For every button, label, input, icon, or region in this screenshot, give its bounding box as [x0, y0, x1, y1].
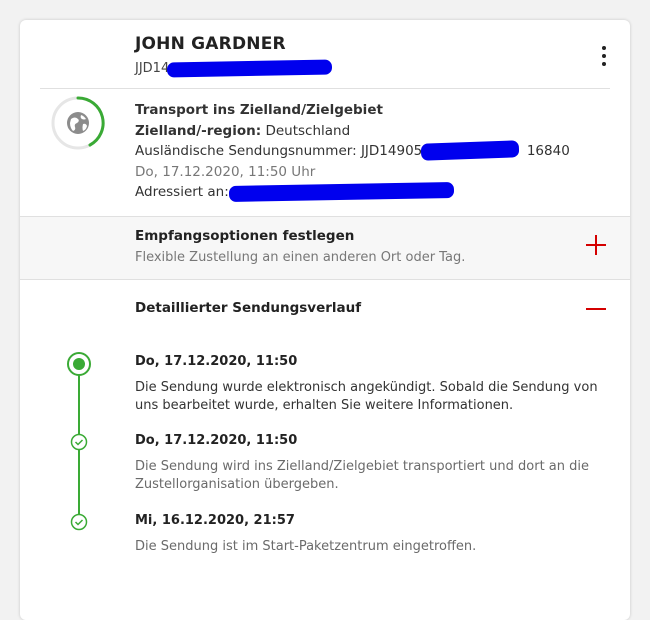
addressed-to-label: Adressiert an:: [135, 184, 229, 200]
event-description: Die Sendung ist im Start-Paketzentrum ei…: [135, 539, 477, 554]
addressed-to-row: Adressiert an:: [135, 182, 570, 203]
history-title[interactable]: Detaillierter Sendungsverlauf: [135, 300, 361, 316]
shipment-card: JOHN GARDNER JJD14 Transport ins Ziellan…: [20, 20, 630, 620]
history-event: Mi, 16.12.2020, 21:57 Die Sendung ist im…: [135, 512, 605, 556]
minus-icon[interactable]: [586, 308, 606, 310]
options-divider: [20, 279, 630, 280]
destination-row: Zielland/-region: Deutschland: [135, 121, 570, 142]
history-event: Do, 17.12.2020, 11:50 Die Sendung wurde …: [135, 353, 605, 415]
destination-value: Deutschland: [265, 122, 351, 139]
status-progress-ring: [51, 96, 105, 150]
recipient-name: JOHN GARDNER: [135, 34, 286, 54]
check-circle-icon: [70, 433, 88, 451]
destination-label: Zielland/-region:: [135, 122, 262, 139]
plus-icon[interactable]: [586, 234, 608, 256]
header-divider: [40, 88, 610, 89]
tracking-number: JJD14: [135, 61, 170, 76]
history-timeline: [67, 352, 91, 531]
current-status-dot-icon: [67, 352, 91, 376]
redaction-mark: [166, 59, 333, 78]
globe-icon: [67, 112, 89, 134]
event-description: Die Sendung wurde elektronisch angekündi…: [135, 380, 598, 413]
check-circle-icon: [70, 513, 88, 531]
history-event: Do, 17.12.2020, 11:50 Die Sendung wird i…: [135, 432, 605, 494]
redaction-mark: [228, 182, 455, 202]
delivery-options-title: Empfangsoptionen festlegen: [135, 228, 355, 244]
delivery-options-panel[interactable]: Empfangsoptionen festlegen Flexible Zust…: [20, 217, 630, 279]
status-datetime: Do, 17.12.2020, 11:50 Uhr: [135, 163, 316, 180]
status-details: Transport ins Zielland/Zielgebiet Ziella…: [135, 100, 570, 203]
delivery-options-subtitle: Flexible Zustellung an einen anderen Ort…: [135, 250, 466, 265]
event-timestamp: Do, 17.12.2020, 11:50: [135, 433, 298, 448]
redaction-mark: [420, 140, 520, 161]
foreign-number-label: Ausländische Sendungsnummer:: [135, 143, 357, 159]
foreign-number-row: Ausländische Sendungsnummer: JJD149055 16…: [135, 140, 570, 162]
event-description: Die Sendung wird ins Zielland/Zielgebiet…: [135, 459, 589, 492]
status-title: Transport ins Zielland/Zielgebiet: [135, 102, 383, 118]
foreign-number-suffix: 16840: [526, 143, 570, 159]
event-timestamp: Do, 17.12.2020, 11:50: [135, 354, 298, 369]
event-timestamp: Mi, 16.12.2020, 21:57: [135, 513, 295, 528]
more-options-icon[interactable]: [597, 46, 611, 68]
